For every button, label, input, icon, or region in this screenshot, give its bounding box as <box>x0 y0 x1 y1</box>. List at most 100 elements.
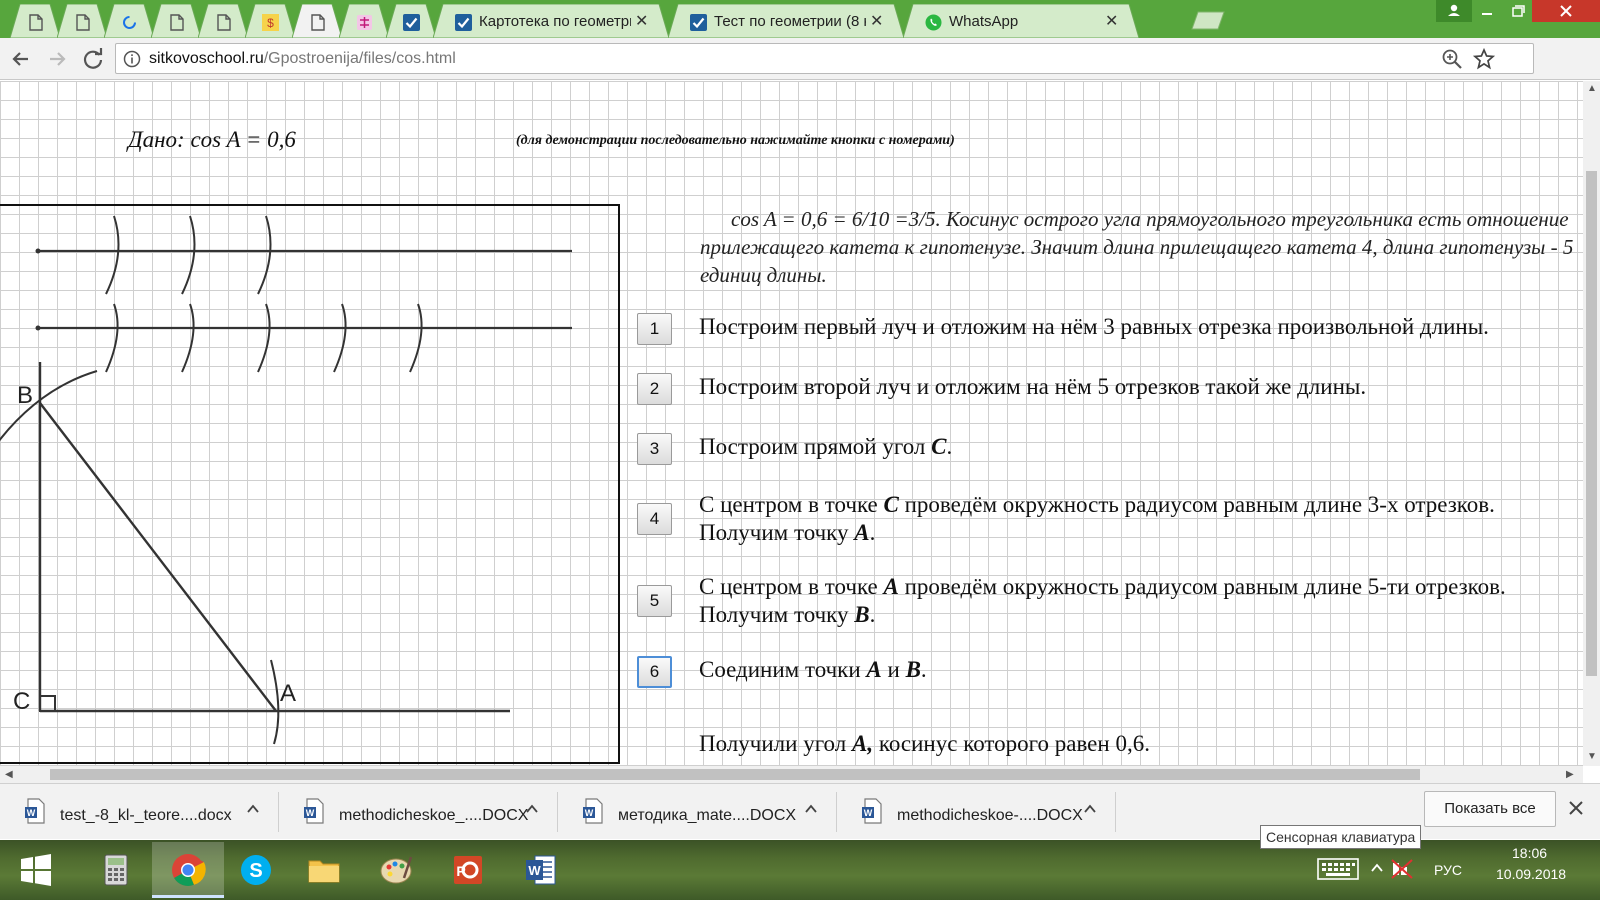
taskbar-word[interactable]: W <box>505 842 577 898</box>
word-document-icon: W <box>25 798 45 824</box>
system-tray: РУС 18:06 10.09.2018 <box>1316 842 1600 898</box>
step-text-6: Соединим точки A и B. <box>699 656 1583 684</box>
scroll-up-arrow-icon[interactable]: ▲ <box>1587 83 1597 94</box>
download-item[interactable]: Wметодика_mate....DOCX <box>558 784 837 839</box>
taskbar-skype[interactable]: S <box>220 842 292 898</box>
close-icon <box>1560 5 1572 17</box>
new-tab-button[interactable] <box>1188 10 1228 30</box>
reload-icon[interactable] <box>80 46 106 72</box>
taskbar-powerpoint[interactable]: P <box>432 842 504 898</box>
download-item[interactable]: Wmethodicheskoe-....DOCX <box>837 784 1116 839</box>
download-item[interactable]: Wmethodicheskoe_....DOCX <box>279 784 558 839</box>
svg-text:P: P <box>456 863 465 879</box>
pinned-tab-2[interactable] <box>57 4 107 38</box>
horizontal-scroll-thumb[interactable] <box>50 769 1420 780</box>
doc-icon <box>215 14 232 31</box>
touch-keyboard-icon[interactable] <box>1316 856 1360 882</box>
arc-ray2-5 <box>409 303 423 373</box>
arc-ray2-1 <box>105 303 119 373</box>
info-icon[interactable] <box>123 50 141 68</box>
url-text[interactable]: sitkovoschool.ru/Gpostroenija/files/cos.… <box>149 50 456 68</box>
tab-close-icon[interactable]: ✕ <box>870 11 883 31</box>
maximize-button[interactable] <box>1502 0 1532 22</box>
show-all-downloads-button[interactable]: Показать все <box>1424 791 1556 827</box>
download-filename: test_-8_kl-_teore....docx <box>60 807 232 824</box>
chevron-up-icon[interactable] <box>245 801 261 817</box>
restore-icon <box>1512 5 1525 17</box>
tab-strip: $ Картотека по геометрии ✕ Тест по геометри… <box>0 0 1600 38</box>
pinned-tab-7[interactable] <box>292 4 342 38</box>
chevron-up-icon[interactable] <box>1082 801 1098 817</box>
point-b-label: B <box>17 382 34 409</box>
dollar-icon: $ <box>262 14 279 31</box>
word-document-icon: W <box>862 798 882 824</box>
clock-time[interactable]: 18:06 <box>1512 845 1547 861</box>
pinned-tab-9[interactable] <box>386 4 436 38</box>
chevron-up-icon[interactable] <box>524 801 540 817</box>
taskbar-paint[interactable] <box>360 842 432 898</box>
check-icon <box>403 14 420 31</box>
step-button-1[interactable]: 1 <box>637 313 672 345</box>
scroll-down-arrow-icon[interactable]: ▼ <box>1587 751 1597 762</box>
construction-figure: B C A <box>0 204 620 764</box>
tab-12[interactable]: WhatsApp ✕ <box>903 4 1139 38</box>
text-run: Построим первый луч и отложим на нём 3 р… <box>699 314 1489 339</box>
tab-close-icon[interactable]: ✕ <box>635 11 648 31</box>
clock-date[interactable]: 10.09.2018 <box>1496 866 1566 882</box>
point-name: B <box>905 657 921 682</box>
loading-icon <box>121 14 138 31</box>
point-name: A <box>866 657 882 682</box>
svg-text:$: $ <box>267 16 274 30</box>
step-button-2[interactable]: 2 <box>637 373 672 405</box>
step-button-4[interactable]: 4 <box>637 503 672 535</box>
taskbar: S P W РУС 18:06 10.09.2018 <box>0 840 1600 900</box>
arc-ray2-4 <box>333 303 347 373</box>
chevron-up-icon[interactable] <box>803 801 819 817</box>
tab-close-icon[interactable]: ✕ <box>1105 11 1118 31</box>
pinned-tab-5[interactable] <box>198 4 248 38</box>
network-icon[interactable] <box>1390 858 1414 880</box>
taskbar-calculator[interactable] <box>80 842 152 898</box>
tab-11[interactable]: Тест по геометрии (8 кл ✕ <box>668 4 904 38</box>
vertical-scrollbar[interactable]: ▲ ▼ <box>1583 81 1600 766</box>
page-content: Дано: cos A = 0,6 (для демонстрации посл… <box>0 81 1583 766</box>
user-icon <box>1448 4 1460 16</box>
taskbar-windows-start[interactable] <box>0 842 72 898</box>
taskbar-file-explorer[interactable] <box>288 842 360 898</box>
doc-icon <box>309 14 326 31</box>
profile-button[interactable] <box>1436 0 1472 22</box>
window-close-button[interactable] <box>1532 0 1600 22</box>
taskbar-chrome[interactable] <box>152 842 224 898</box>
minimize-button[interactable] <box>1472 0 1502 22</box>
language-indicator[interactable]: РУС <box>1434 862 1462 878</box>
download-item[interactable]: Wtest_-8_kl-_teore....docx <box>0 784 279 839</box>
tray-expand-icon[interactable] <box>1370 862 1384 874</box>
forward-arrow-icon[interactable] <box>44 46 70 72</box>
zoom-icon[interactable] <box>1441 48 1463 70</box>
text-run: . <box>946 434 953 459</box>
tab-10[interactable]: Картотека по геометрии ✕ <box>433 4 669 38</box>
download-filename: методика_mate....DOCX <box>618 807 797 824</box>
pinned-tab-8[interactable] <box>339 4 389 38</box>
horizontal-scrollbar[interactable]: ◀ ▶ <box>0 766 1583 783</box>
arc-ray1-2 <box>181 215 196 295</box>
point-name: A, <box>851 731 874 756</box>
step-button-3[interactable]: 3 <box>637 433 672 465</box>
back-arrow-icon[interactable] <box>8 46 34 72</box>
construction-svg <box>0 215 572 745</box>
step-button-5[interactable]: 5 <box>637 585 672 617</box>
step-text-4: С центром в точке C проведём окружность … <box>699 491 1583 547</box>
pinned-tab-1[interactable] <box>10 4 60 38</box>
scroll-left-arrow-icon[interactable]: ◀ <box>5 769 13 780</box>
pinned-tab-3[interactable] <box>104 4 154 38</box>
scroll-right-arrow-icon[interactable]: ▶ <box>1566 769 1574 780</box>
close-shelf-icon[interactable] <box>1566 798 1586 818</box>
address-bar[interactable]: sitkovoschool.ru/Gpostroenija/files/cos.… <box>115 43 1534 74</box>
text-run: Построим прямой угол <box>699 434 932 459</box>
pinned-tab-4[interactable] <box>151 4 201 38</box>
bookmark-star-icon[interactable] <box>1472 47 1496 71</box>
step-button-6[interactable]: 6 <box>637 656 672 688</box>
pinned-tab-6[interactable]: $ <box>245 4 295 38</box>
vertical-scroll-thumb[interactable] <box>1586 171 1597 676</box>
step-text-5: С центром в точке A проведём окружность … <box>699 573 1583 629</box>
